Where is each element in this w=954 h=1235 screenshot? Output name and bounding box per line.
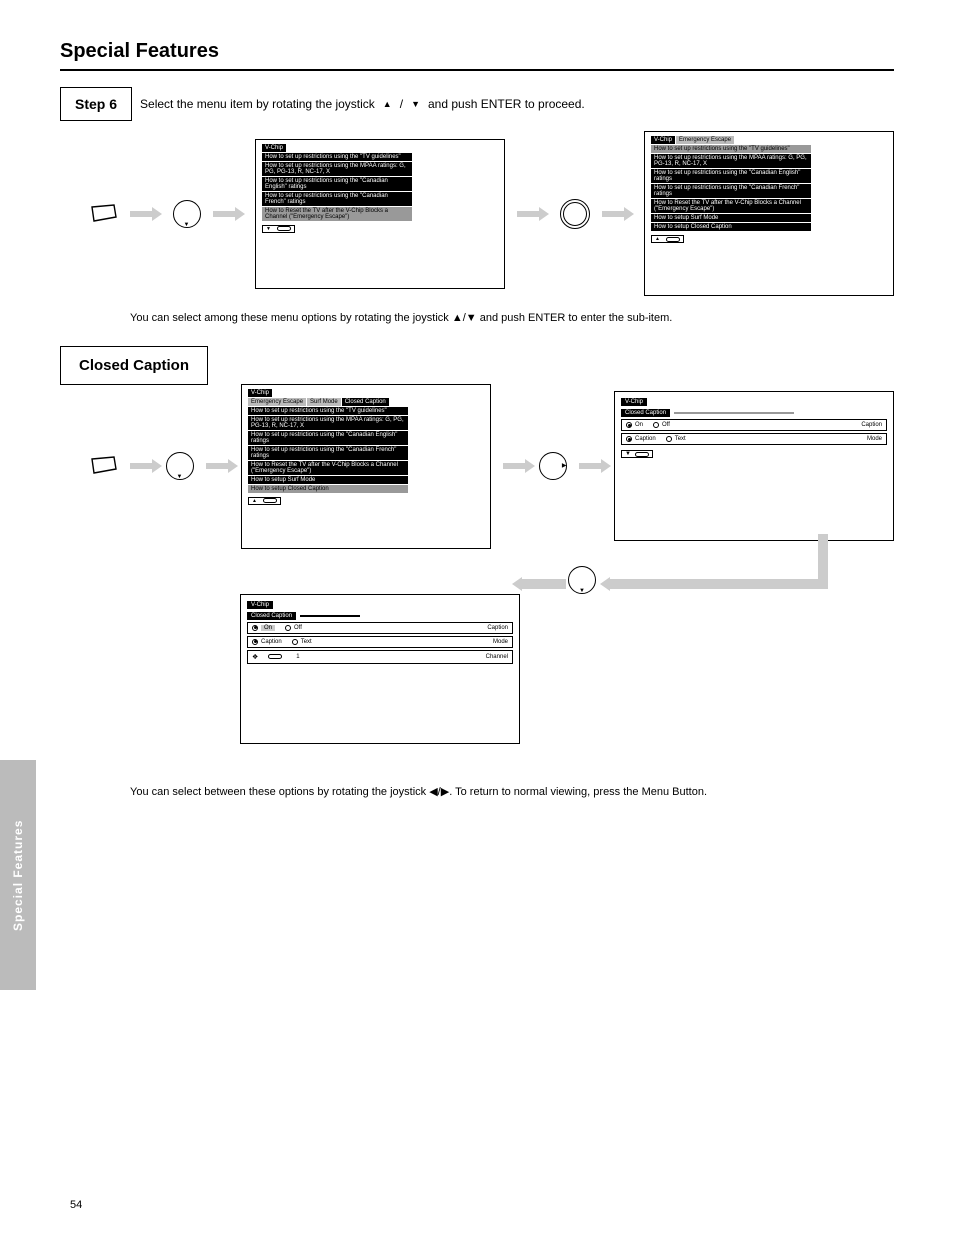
arrow-right-icon — [213, 207, 244, 221]
pager: ▼ — [262, 225, 295, 233]
arrow-right-icon — [130, 207, 161, 221]
menu-item-selected: How to Reset the TV after the V-Chip Blo… — [262, 207, 412, 221]
arrow-right-icon — [206, 459, 230, 473]
radio-off-icon — [653, 422, 659, 428]
cc-title: Closed Caption — [621, 409, 670, 417]
pager: ▲ — [651, 235, 684, 243]
cc-title: Closed Caption — [247, 612, 296, 620]
arrow-right-icon — [602, 207, 633, 221]
cc-note: You can select between these options by … — [130, 784, 780, 801]
arrow-right-icon — [517, 207, 548, 221]
menu-button-icon — [90, 455, 118, 477]
menu-item: How to set up restrictions using the MPA… — [651, 154, 811, 168]
cc-title-ext — [300, 615, 360, 617]
menu-item: How to set up restrictions using the "Ca… — [248, 431, 408, 445]
step6-row: Step 6 Select the menu item by rotating … — [60, 87, 894, 121]
radio-on-icon — [252, 639, 258, 645]
menu-item: How to setup Surf Mode — [248, 476, 408, 484]
menu-item: How to setup Surf Mode — [651, 214, 811, 222]
step6-flow: ▼ V-Chip How to set up restrictions usin… — [90, 131, 894, 296]
menu-item: How to set up restrictions using the "Ca… — [651, 169, 811, 183]
tab-vchip: V-Chip — [651, 136, 675, 144]
screen-vchip-menu-2: V-Chip Emergency Escape How to set up re… — [644, 131, 894, 296]
menu-item-selected: How to setup Closed Caption — [248, 485, 408, 493]
triangle-down-icon: ▼ — [411, 99, 420, 109]
radio-off-icon — [666, 436, 672, 442]
field-mode: Caption Text Mode — [247, 636, 513, 648]
menu-item: How to set up restrictions using the "TV… — [248, 407, 408, 415]
tab-vchip: V-Chip — [262, 144, 286, 152]
joystick-icon: ▼ — [568, 566, 596, 594]
tab-vchip: V-Chip — [247, 601, 273, 609]
menu-item: How to set up restrictions using the "Ca… — [262, 192, 412, 206]
menu-item: How to set up restrictions using the "TV… — [262, 153, 412, 161]
tab-sub: Emergency Escape — [248, 398, 306, 406]
cc-title-sel — [674, 412, 794, 414]
menu-item-selected: How to set up restrictions using the "TV… — [651, 145, 811, 153]
screen-cc-options-2: V-Chip Closed Caption On Off Caption Cap… — [240, 594, 520, 744]
screen-cc-menu: V-Chip Emergency Escape Surf Mode Closed… — [241, 384, 491, 549]
joystick-icon: ▼ — [166, 452, 194, 480]
step-label: Step 6 — [60, 87, 132, 121]
menu-item: How to set up restrictions using the "Ca… — [262, 177, 412, 191]
connector — [610, 579, 828, 589]
tab-sub: Emergency Escape — [676, 136, 734, 144]
step6-note: You can select among these menu options … — [130, 310, 780, 327]
screen-cc-options-1: V-Chip Closed Caption On Off Caption Cap… — [614, 391, 894, 541]
tab-vchip: V-Chip — [621, 398, 647, 406]
screen-vchip-menu-1: V-Chip How to set up restrictions using … — [255, 139, 505, 289]
menu-item: How to setup Closed Caption — [651, 223, 811, 231]
triangle-up-icon: ▲ — [383, 99, 392, 109]
menu-item: How to set up restrictions using the "Ca… — [651, 184, 811, 198]
field-channel: ❖ 1 Channel — [247, 650, 513, 664]
page-number: 54 — [70, 1199, 82, 1211]
enter-button-icon — [560, 199, 590, 229]
sidebar-tab: Special Features — [0, 760, 36, 990]
pager: ▼ — [621, 450, 653, 458]
radio-on-icon — [626, 422, 632, 428]
tab-sub: Surf Mode — [307, 398, 341, 406]
arrow-right-icon — [579, 459, 603, 473]
tab-sub: Closed Caption — [342, 398, 389, 406]
joystick-icon: ▼ — [173, 200, 201, 228]
radio-on-icon — [252, 625, 258, 631]
arrow-right-icon — [130, 459, 154, 473]
arrow-right-icon — [503, 459, 527, 473]
menu-item: How to Reset the TV after the V-Chip Blo… — [248, 461, 408, 475]
arrow-left-icon — [600, 577, 610, 591]
radio-off-icon — [292, 639, 298, 645]
step6-instruction-after: and push ENTER to proceed. — [428, 97, 585, 111]
connector — [818, 534, 828, 584]
closed-caption-heading: Closed Caption — [60, 346, 208, 385]
joystick-icon: ▶ — [539, 452, 567, 480]
menu-item: How to set up restrictions using the MPA… — [262, 162, 412, 176]
pager: ▲ — [248, 497, 281, 505]
menu-button-icon — [90, 203, 118, 225]
connector — [522, 579, 566, 589]
closed-caption-flow: ▼ V-Chip Emergency Escape Surf Mode Clos… — [90, 384, 894, 784]
field-caption: On Off Caption — [621, 419, 887, 431]
tab-vchip: V-Chip — [248, 389, 272, 397]
rule — [60, 69, 894, 71]
radio-on-icon — [626, 436, 632, 442]
step6-instruction-before: Select the menu item by rotating the joy… — [140, 97, 375, 111]
menu-item: How to Reset the TV after the V-Chip Blo… — [651, 199, 811, 213]
field-caption: On Off Caption — [247, 622, 513, 634]
radio-off-icon — [285, 625, 291, 631]
arrow-left-icon — [512, 577, 522, 591]
menu-item: How to set up restrictions using the "Ca… — [248, 446, 408, 460]
field-mode: Caption Text Mode — [621, 433, 887, 445]
page-title: Special Features — [60, 40, 894, 63]
menu-item: How to set up restrictions using the MPA… — [248, 416, 408, 430]
